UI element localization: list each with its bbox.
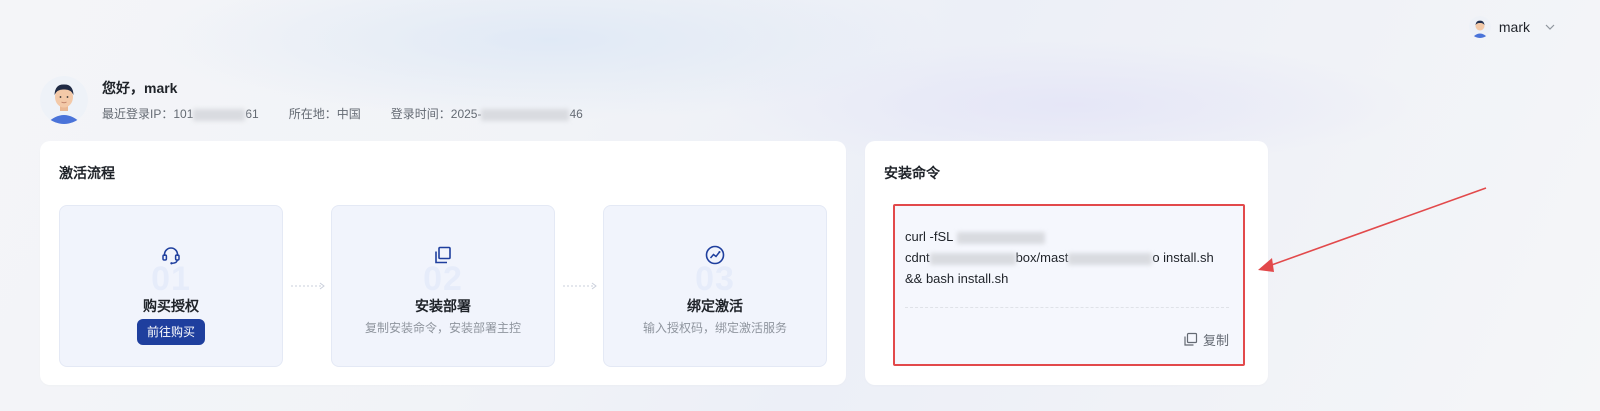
redacted-path	[1068, 252, 1153, 265]
redacted-time	[481, 108, 570, 121]
step-number: 03	[695, 260, 735, 298]
step-bind-activate: 03 绑定激活 输入授权码，绑定激活服务	[603, 205, 827, 367]
install-command-box: curl -fSL cdnt box/mast o install.sh && ba…	[893, 204, 1245, 366]
greeting-title: 您好，mark	[102, 80, 178, 96]
step-buy-license: 01 购买授权 前往购买	[59, 205, 283, 367]
copy-button[interactable]: 复制	[1183, 330, 1229, 349]
install-command-card: 安装命令 curl -fSL cdnt box/mast o install.sh …	[865, 141, 1268, 385]
annotation-arrow-icon	[1258, 187, 1487, 272]
avatar	[40, 76, 88, 124]
command-line-3: && bash install.sh	[905, 271, 1009, 286]
flow-arrow-icon	[291, 282, 325, 290]
step-title: 购买授权	[143, 298, 199, 314]
step-description: 输入授权码，绑定激活服务	[642, 321, 787, 335]
step-number: 02	[423, 260, 463, 298]
flow-arrow-icon	[563, 282, 597, 290]
user-menu[interactable]: mark	[1468, 14, 1556, 40]
login-time: 登录时间：2025- 46	[390, 107, 583, 121]
copy-icon	[1184, 332, 1198, 346]
step-description: 复制安装命令，安装部署主控	[364, 321, 521, 335]
step-number: 01	[151, 260, 191, 298]
activation-flow-card: 激活流程 01 购买授权 前往购买 02 安装部署 复制安装命令，安装部署主控	[40, 141, 846, 385]
redacted-url	[956, 231, 1045, 244]
redacted-ip	[193, 108, 246, 121]
chevron-down-icon	[1545, 24, 1555, 30]
location: 所在地：中国	[288, 107, 361, 121]
activation-flow-title: 激活流程	[59, 165, 115, 181]
last-login-ip: 最近登录IP：101 61	[102, 107, 259, 121]
copy-label: 复制	[1202, 333, 1229, 348]
greeting-section: 您好，mark 最近登录IP：101 61 所在地：中国 登录时间：2025- 46	[40, 76, 583, 124]
install-command-text[interactable]: curl -fSL cdnt box/mast o install.sh && ba…	[905, 226, 1235, 289]
step-install-deploy: 02 安装部署 复制安装命令，安装部署主控	[331, 205, 555, 367]
command-line-1: curl -fSL	[905, 226, 1235, 247]
command-line-2: cdnt box/mast o install.sh	[905, 250, 1214, 265]
step-title: 绑定激活	[687, 298, 743, 314]
username-label: mark	[1498, 19, 1530, 35]
redacted-host	[929, 252, 1016, 265]
step-title: 安装部署	[415, 298, 471, 314]
login-meta: 最近登录IP：101 61 所在地：中国 登录时间：2025- 46	[102, 105, 583, 122]
user-avatar-icon	[1468, 16, 1491, 38]
divider	[905, 307, 1229, 308]
go-buy-button[interactable]: 前往购买	[136, 319, 206, 345]
install-command-title: 安装命令	[884, 165, 940, 181]
